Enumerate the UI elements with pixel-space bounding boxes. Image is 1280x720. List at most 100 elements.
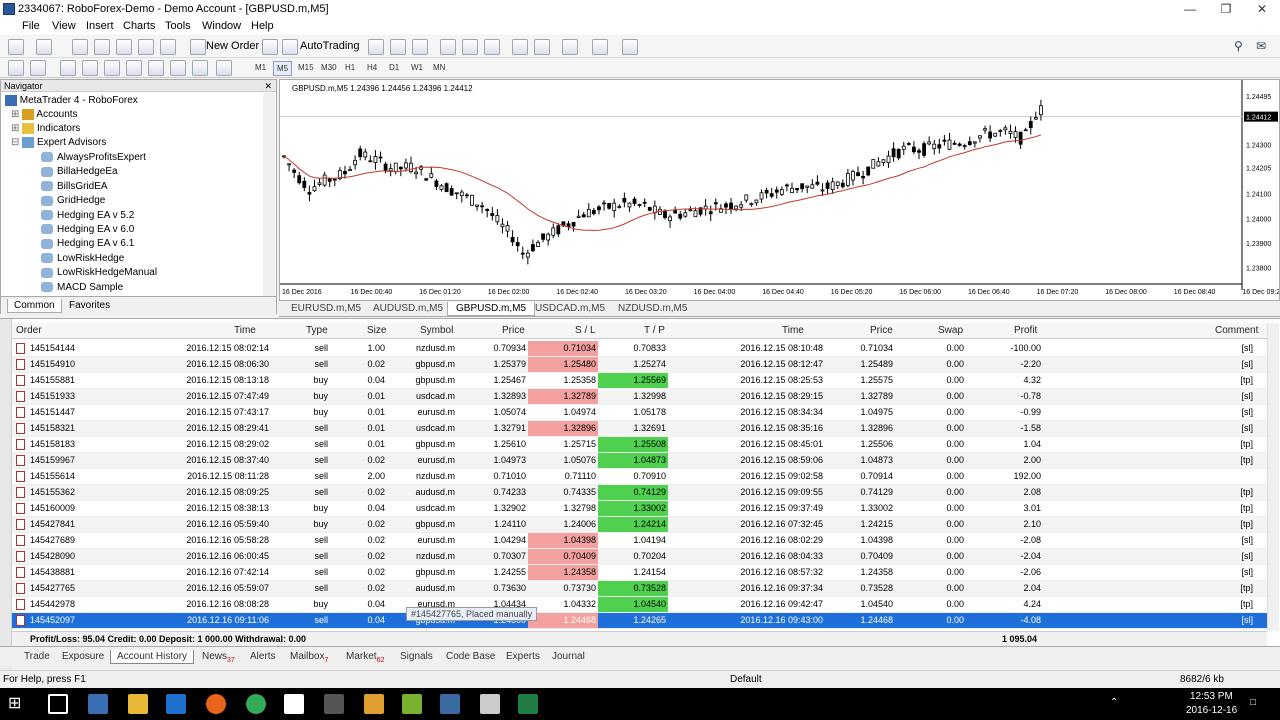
terminal-tab[interactable]: Signals — [394, 650, 439, 663]
edge-icon[interactable] — [166, 694, 186, 714]
autotrading-button[interactable]: AutoTrading — [300, 40, 360, 52]
col-type[interactable]: Type — [306, 325, 328, 336]
horizontal-line-icon[interactable] — [82, 60, 98, 76]
terminal-tab[interactable]: Mailbox7 — [284, 650, 334, 665]
chart-tab-usdcad[interactable]: USDCAD.m,M5 — [527, 302, 613, 315]
nav-expert-item[interactable]: BillaHedgeEa — [41, 166, 118, 177]
tab-common[interactable]: Common — [7, 299, 62, 313]
text-label-icon[interactable] — [192, 60, 208, 76]
timeframe-m5[interactable]: M5 — [273, 61, 293, 76]
nav-expert-item[interactable]: MACD Sample — [41, 282, 123, 293]
table-row[interactable]: 145151933 2016.12.15 07:47:49 buy 0.01 usdca… — [12, 389, 1267, 405]
table-row[interactable]: 145428090 2016.12.16 06:00:45 sell 0.02 nzdu… — [12, 549, 1267, 565]
table-row[interactable]: 145427689 2016.12.16 05:58:28 sell 0.02 euru… — [12, 533, 1267, 549]
table-row[interactable]: 145427765 2016.12.16 05:59:07 sell 0.02 audu… — [12, 581, 1267, 597]
firefox-icon[interactable] — [206, 694, 226, 714]
notifications-icon[interactable]: □ — [1250, 697, 1256, 708]
menu-charts[interactable]: Charts — [123, 20, 155, 32]
timeframe-m30[interactable]: M30 — [318, 61, 340, 74]
player-icon[interactable] — [364, 694, 384, 714]
terminal-tab[interactable]: Experts — [500, 650, 546, 663]
new-order-icon[interactable] — [190, 39, 206, 55]
nav-expert-item[interactable]: LowRiskHedge — [41, 253, 124, 264]
menu-file[interactable]: File — [22, 20, 40, 32]
col-symbol[interactable]: Symbol — [420, 325, 453, 336]
profiles-icon[interactable] — [36, 39, 52, 55]
task-view-icon[interactable] — [48, 694, 68, 714]
terminal-icon[interactable] — [138, 39, 154, 55]
table-row[interactable]: 145158183 2016.12.15 08:29:02 sell 0.01 gbpu… — [12, 437, 1267, 453]
timeframe-m15[interactable]: M15 — [295, 61, 317, 74]
table-row[interactable]: 145155362 2016.12.15 08:09:25 sell 0.02 audu… — [12, 485, 1267, 501]
timeframe-h4[interactable]: H4 — [364, 61, 380, 74]
menu-help[interactable]: Help — [251, 20, 274, 32]
col-order[interactable]: Order — [16, 325, 42, 336]
navigator-scrollbar[interactable] — [263, 93, 275, 296]
table-row[interactable]: 145154144 2016.12.15 08:02:14 sell 1.00 nzdu… — [12, 341, 1267, 357]
menu-window[interactable]: Window — [202, 20, 241, 32]
terminal-tab[interactable]: Alerts — [244, 650, 282, 663]
arrows-icon[interactable] — [216, 60, 232, 76]
tab-favorites[interactable]: Favorites — [63, 299, 116, 312]
tray-up-arrow-icon[interactable]: ⌃ — [1110, 697, 1118, 708]
chart-tab-eurusd[interactable]: EURUSD.m,M5 — [283, 302, 369, 315]
chart-tab-audusd[interactable]: AUDUSD.m,M5 — [365, 302, 451, 315]
periods-icon[interactable] — [592, 39, 608, 55]
vertical-line-icon[interactable] — [60, 60, 76, 76]
search-icon[interactable]: ⚲ — [1234, 39, 1250, 55]
nav-expert-item[interactable]: Hedging EA v 5.2 — [41, 210, 134, 221]
calculator-icon[interactable] — [480, 694, 500, 714]
file-explorer-icon[interactable] — [128, 694, 148, 714]
collapse-minus-icon[interactable]: ⊟ — [11, 137, 19, 148]
col-close-time[interactable]: Time — [782, 325, 804, 336]
table-row[interactable]: 145159967 2016.12.15 08:37:40 sell 0.02 euru… — [12, 453, 1267, 469]
nav-expert-item[interactable]: GridHedge — [41, 195, 105, 206]
chart-shift-icon[interactable] — [512, 39, 528, 55]
tile-windows-icon[interactable] — [484, 39, 500, 55]
bar-chart-icon[interactable] — [368, 39, 384, 55]
crosshair-icon[interactable] — [30, 60, 46, 76]
col-price[interactable]: Price — [502, 325, 525, 336]
cursor-icon[interactable] — [8, 60, 24, 76]
data-window-icon[interactable] — [94, 39, 110, 55]
autotrading-icon[interactable] — [282, 39, 298, 55]
nav-expert-item[interactable]: AlwaysProfitsExpert — [41, 152, 146, 163]
nav-folder-accounts[interactable]: ⊞ Accounts — [11, 109, 78, 120]
new-chart-icon[interactable] — [8, 39, 24, 55]
table-row[interactable]: 145438881 2016.12.16 07:42:14 sell 0.02 gbpu… — [12, 565, 1267, 581]
table-row[interactable]: 145158321 2016.12.15 08:29:41 sell 0.01 usdc… — [12, 421, 1267, 437]
fibonacci-icon[interactable] — [148, 60, 164, 76]
timeframe-w1[interactable]: W1 — [408, 61, 426, 74]
nav-expert-item[interactable]: BillsGridEA — [41, 181, 108, 192]
close-icon[interactable]: ✕ — [264, 80, 272, 92]
col-tp[interactable]: T / P — [644, 325, 665, 336]
new-order-button[interactable]: New Order — [206, 40, 259, 52]
trendline-icon[interactable] — [104, 60, 120, 76]
zoom-out-icon[interactable] — [462, 39, 478, 55]
history-scrollbar[interactable] — [1267, 323, 1279, 631]
terminal-tab[interactable]: Journal — [546, 650, 591, 663]
terminal-tab[interactable]: Account History — [110, 650, 195, 664]
excel-icon[interactable] — [518, 694, 538, 714]
terminal-tab[interactable]: News37 — [196, 650, 241, 665]
nav-root[interactable]: MetaTrader 4 - RoboForex — [5, 95, 138, 106]
terminal-tab[interactable]: Code Base — [440, 650, 501, 663]
table-row[interactable]: 145427841 2016.12.16 05:59:40 buy 0.02 gbpus… — [12, 517, 1267, 533]
minimize-button[interactable]: — — [1172, 0, 1208, 18]
nav-expert-item[interactable]: Hedging EA v 6.0 — [41, 224, 134, 235]
market-watch-icon[interactable] — [72, 39, 88, 55]
strategy-tester-icon[interactable] — [160, 39, 176, 55]
store-icon[interactable] — [284, 694, 304, 714]
expand-plus-icon[interactable]: ⊞ — [11, 109, 19, 120]
price-chart[interactable]: GBPUSD.m,M5 1.24396 1.24456 1.24396 1.24… — [280, 80, 1279, 300]
col-sl[interactable]: S / L — [575, 325, 596, 336]
text-icon[interactable] — [170, 60, 186, 76]
app-green-icon[interactable] — [402, 694, 422, 714]
terminal-tab[interactable]: Exposure — [56, 650, 110, 663]
table-row[interactable]: 145151447 2016.12.15 07:43:17 buy 0.01 eurus… — [12, 405, 1267, 421]
channel-icon[interactable] — [126, 60, 142, 76]
terminal-tab[interactable]: Market62 — [340, 650, 390, 665]
chart-window[interactable]: GBPUSD.m,M5 1.24396 1.24456 1.24396 1.24… — [279, 79, 1280, 301]
autoscroll-icon[interactable] — [534, 39, 550, 55]
nav-expert-item[interactable]: Hedging EA v 6.1 — [41, 238, 134, 249]
